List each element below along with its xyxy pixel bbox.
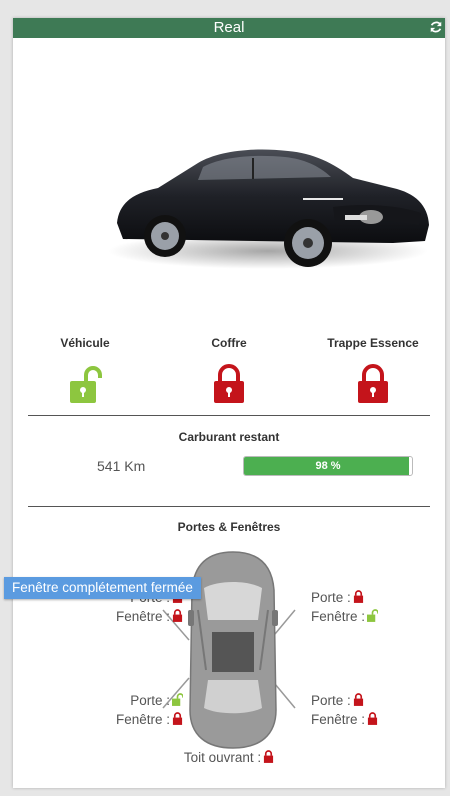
unlocked-padlock-icon xyxy=(367,609,379,622)
locked-padlock-icon xyxy=(172,712,183,725)
sunroof-label: Toit ouvrant : xyxy=(183,750,262,765)
rear-right-door-status: Porte : Fenêtre : xyxy=(311,691,378,729)
vehicle-status-panel: Real Véhicule Coffre Trappe Essence Carb… xyxy=(13,18,445,788)
doors-section-title: Portes & Fenêtres xyxy=(177,520,281,534)
fuel-flap-lock-status: Trappe Essence xyxy=(313,334,433,404)
window-status-tooltip: Fenêtre complétement fermée xyxy=(4,577,201,599)
unlocked-padlock-icon xyxy=(172,693,183,706)
locked-padlock-icon xyxy=(172,609,183,622)
divider xyxy=(28,415,430,416)
window-label: Fenêtre : xyxy=(115,712,170,727)
door-label: Porte : xyxy=(311,693,351,708)
vehicle-lock-status: Véhicule xyxy=(25,334,145,404)
car-top-view-image xyxy=(188,551,278,749)
locked-padlock-icon xyxy=(353,693,363,706)
title-bar: Real xyxy=(13,18,445,38)
fuel-flap-lock-label: Trappe Essence xyxy=(327,336,419,350)
unlocked-padlock-icon[interactable] xyxy=(68,364,102,404)
fuel-range-value: 541 Km xyxy=(97,458,146,474)
page-title: Real xyxy=(213,19,245,36)
window-label: Fenêtre : xyxy=(115,609,170,624)
fuel-section-title: Carburant restant xyxy=(178,430,280,444)
trunk-lock-label: Coffre xyxy=(211,336,247,350)
fuel-percent-label: 98 % xyxy=(315,460,341,472)
locked-padlock-icon xyxy=(264,750,274,763)
rear-left-door-status: Porte : Fenêtre : xyxy=(73,691,183,729)
divider xyxy=(28,506,430,507)
refresh-icon[interactable] xyxy=(429,20,443,34)
locked-padlock-icon[interactable] xyxy=(212,364,246,404)
car-image xyxy=(108,149,429,269)
locked-padlock-icon[interactable] xyxy=(356,364,390,404)
window-label: Fenêtre : xyxy=(311,609,366,624)
sunroof-status: Toit ouvrant : xyxy=(13,748,445,767)
locked-padlock-icon xyxy=(353,590,363,603)
front-right-door-status: Porte : Fenêtre : xyxy=(311,588,379,626)
fuel-progress-bar: 98 % xyxy=(243,456,413,476)
trunk-lock-status: Coffre xyxy=(169,334,289,404)
door-label: Porte : xyxy=(130,693,170,708)
window-label: Fenêtre : xyxy=(311,712,366,727)
door-label: Porte : xyxy=(311,590,351,605)
vehicle-lock-label: Véhicule xyxy=(60,336,110,350)
locked-padlock-icon xyxy=(367,712,378,725)
